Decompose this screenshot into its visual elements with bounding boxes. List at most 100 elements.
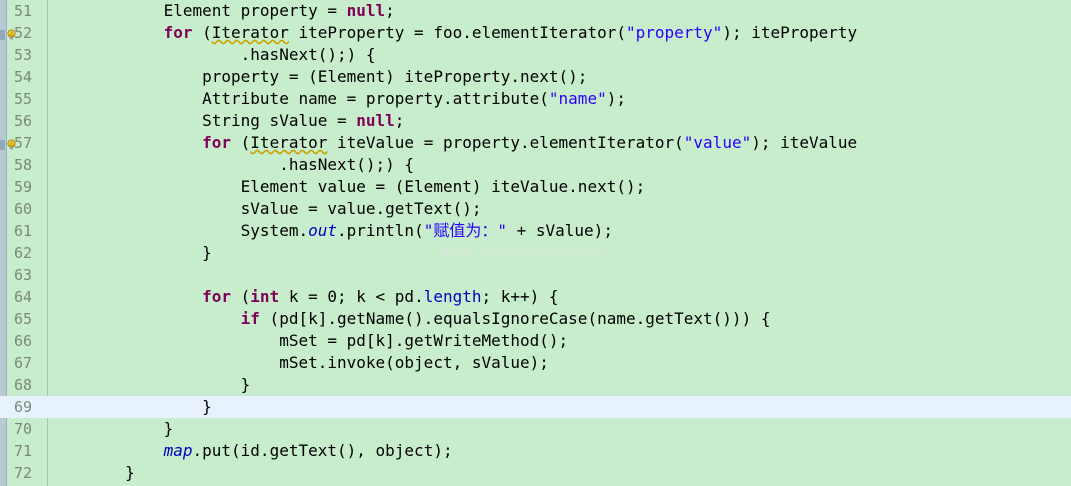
code-token: .hasNext();) { <box>240 45 376 64</box>
code-token: null <box>356 111 395 130</box>
warning-lightbulb-icon[interactable] <box>6 136 17 150</box>
code-text: Element property = null; <box>48 0 395 22</box>
code-text: } <box>48 242 212 264</box>
code-token: length <box>423 287 482 306</box>
code-token: int <box>250 287 280 306</box>
code-line[interactable]: 70 } <box>0 418 1071 440</box>
code-token: sValue = value.getText(); <box>240 199 482 218</box>
code-token: ); iteValue <box>751 133 858 152</box>
code-line[interactable]: 56 String sValue = null; <box>0 110 1071 132</box>
code-line[interactable]: 51 Element property = null; <box>0 0 1071 22</box>
code-token: map <box>163 441 193 460</box>
code-token: ; <box>385 1 395 20</box>
code-text: for (Iterator iteProperty = foo.elementI… <box>48 22 858 44</box>
code-token: "赋值为：" <box>423 221 507 240</box>
line-number: 69 <box>14 398 33 416</box>
code-text: .hasNext();) { <box>48 154 414 176</box>
code-line[interactable]: 69 } <box>0 396 1071 418</box>
code-token: String sValue = <box>202 111 357 130</box>
line-number: 72 <box>14 464 33 482</box>
watermark: http://blog.csdn.net/ <box>440 242 605 260</box>
code-line[interactable]: 54 property = (Element) iteProperty.next… <box>0 66 1071 88</box>
code-line[interactable]: 66 mSet = pd[k].getWriteMethod(); <box>0 330 1071 352</box>
code-line[interactable]: 71 map.put(id.getText(), object); <box>0 440 1071 462</box>
code-token: System. <box>240 221 309 240</box>
code-line[interactable]: 67 mSet.invoke(object, sValue); <box>0 352 1071 374</box>
code-line[interactable]: 61 System.out.println("赋值为：" + sValue); <box>0 220 1071 242</box>
code-token: } <box>202 243 212 262</box>
code-token: ( <box>231 287 251 306</box>
code-text: } <box>48 396 212 418</box>
line-number: 61 <box>14 222 33 240</box>
code-token: } <box>125 463 135 482</box>
code-token: .hasNext();) { <box>279 155 415 174</box>
code-token: Element property = <box>163 1 347 20</box>
code-line[interactable]: 72 } <box>0 462 1071 484</box>
code-line[interactable]: 53 .hasNext();) { <box>0 44 1071 66</box>
code-token: for <box>163 23 193 42</box>
code-text: String sValue = null; <box>48 110 404 132</box>
code-text: mSet = pd[k].getWriteMethod(); <box>48 330 568 352</box>
code-line[interactable]: 52 for (Iterator iteProperty = foo.eleme… <box>0 22 1071 44</box>
code-text: } <box>48 418 174 440</box>
code-line[interactable]: 68 } <box>0 374 1071 396</box>
code-text: Attribute name = property.attribute("nam… <box>48 88 626 110</box>
code-token: for <box>202 287 232 306</box>
code-token: "value" <box>683 133 752 152</box>
code-token: null <box>346 1 386 20</box>
code-text: System.out.println("赋值为：" + sValue); <box>48 220 613 242</box>
code-token: .println( <box>337 221 424 240</box>
code-token: k = 0; k < pd. <box>279 287 424 306</box>
line-number: 60 <box>14 200 33 218</box>
code-text: sValue = value.getText(); <box>48 198 482 220</box>
line-number: 54 <box>14 68 33 86</box>
code-token: property = (Element) iteProperty.next(); <box>202 67 588 86</box>
code-line[interactable]: 63 <box>0 264 1071 286</box>
code-token: .put(id.getText(), object); <box>192 441 453 460</box>
line-number: 53 <box>14 46 33 64</box>
code-line[interactable]: 57 for (Iterator iteValue = property.ele… <box>0 132 1071 154</box>
code-text: for (Iterator iteValue = property.elemen… <box>48 132 857 154</box>
code-editor[interactable]: 51 Element property = null; 52 for (Itera… <box>0 0 1071 486</box>
line-number: 56 <box>14 112 33 130</box>
code-text: map.put(id.getText(), object); <box>48 440 453 462</box>
code-text: if (pd[k].getName().equalsIgnoreCase(nam… <box>48 308 771 330</box>
code-token: out <box>308 221 337 240</box>
code-text: for (int k = 0; k < pd.length; k++) { <box>48 286 559 308</box>
code-text: Element value = (Element) iteValue.next(… <box>48 176 646 198</box>
line-number: 62 <box>14 244 33 262</box>
line-number: 65 <box>14 310 33 328</box>
code-line[interactable]: 55 Attribute name = property.attribute("… <box>0 88 1071 110</box>
code-line[interactable]: 65 if (pd[k].getName().equalsIgnoreCase(… <box>0 308 1071 330</box>
code-token: Iterator <box>250 133 328 152</box>
code-line[interactable]: 58 .hasNext();) { <box>0 154 1071 176</box>
code-token: "name" <box>548 89 607 108</box>
line-number: 66 <box>14 332 33 350</box>
code-line[interactable]: 60 sValue = value.getText(); <box>0 198 1071 220</box>
code-token: ); <box>606 89 626 108</box>
warning-lightbulb-icon[interactable] <box>6 26 17 40</box>
line-number: 70 <box>14 420 33 438</box>
line-number: 58 <box>14 156 33 174</box>
line-number: 67 <box>14 354 33 372</box>
code-text: } <box>48 462 135 484</box>
code-line[interactable]: 59 Element value = (Element) iteValue.ne… <box>0 176 1071 198</box>
code-token: + sValue); <box>506 221 613 240</box>
code-line[interactable]: 64 for (int k = 0; k < pd.length; k++) { <box>0 286 1071 308</box>
code-text: mSet.invoke(object, sValue); <box>48 352 549 374</box>
code-text: property = (Element) iteProperty.next(); <box>48 66 587 88</box>
code-token: ; k++) { <box>481 287 559 306</box>
